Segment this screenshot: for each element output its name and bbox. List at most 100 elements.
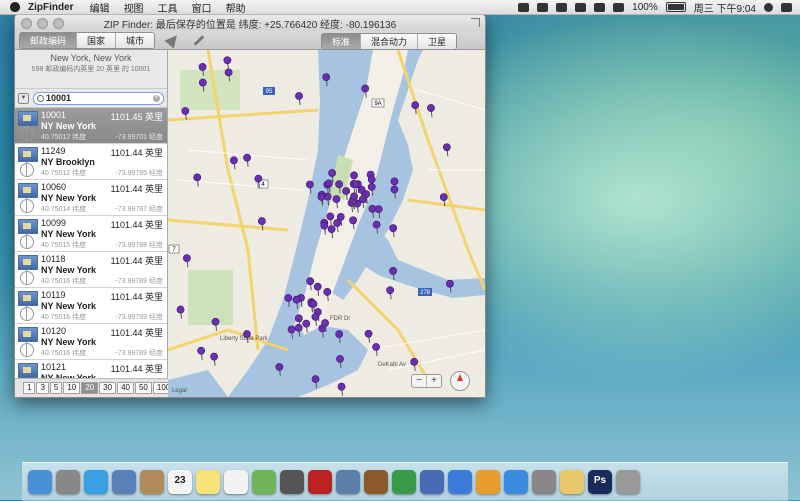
page-size-50[interactable]: 50 xyxy=(134,382,152,394)
target-icon[interactable] xyxy=(20,234,34,249)
result-zip: 10001 xyxy=(41,110,67,120)
location-arrow-icon[interactable] xyxy=(164,31,182,49)
launchpad-icon[interactable] xyxy=(56,470,80,494)
result-zip: 10121 xyxy=(41,362,67,372)
result-city: NY New York xyxy=(41,265,97,275)
wrench-icon[interactable] xyxy=(193,34,205,46)
result-city: NY New York xyxy=(41,301,97,311)
search-options-dropdown[interactable]: ▼ xyxy=(18,92,29,104)
app-menu[interactable]: ZipFinder xyxy=(28,2,74,13)
notes-icon[interactable] xyxy=(196,470,220,494)
result-longitude: -73.99789 经度 xyxy=(115,350,163,357)
page-size-10[interactable]: 10 xyxy=(63,382,81,394)
ibooks-icon[interactable] xyxy=(476,470,500,494)
app-store-icon[interactable] xyxy=(504,470,528,494)
target-icon[interactable] xyxy=(20,198,34,213)
compass-icon[interactable] xyxy=(450,371,470,391)
reminders-icon[interactable] xyxy=(224,470,248,494)
titlebar[interactable]: ZIP Finder: 最后保存的位置是 纬度: +25.766420 经度: … xyxy=(15,15,485,31)
battery-icon[interactable] xyxy=(665,2,686,12)
volume-icon[interactable] xyxy=(594,2,606,12)
airplay-icon[interactable] xyxy=(575,2,587,12)
result-zip: 10118 xyxy=(41,254,66,264)
tab-standard[interactable]: 标准 xyxy=(321,34,361,49)
result-distance: 1101.44 英里 xyxy=(110,364,163,374)
calendar-icon[interactable]: 23 xyxy=(168,470,192,494)
tab-city[interactable]: 城市 xyxy=(116,32,155,48)
page-size-40[interactable]: 40 xyxy=(117,382,134,394)
facetime-icon[interactable] xyxy=(280,470,304,494)
result-row[interactable]: 11249 1101.44 英里 NY Brooklyn 40.75012 纬度 -73… xyxy=(15,144,167,180)
contacts-icon[interactable] xyxy=(140,470,164,494)
result-latitude: 40.75014 纬度 xyxy=(41,206,87,213)
numbers-icon[interactable] xyxy=(392,470,416,494)
finder-icon[interactable] xyxy=(28,470,52,494)
result-longitude: -73.99789 经度 xyxy=(115,278,163,285)
menu-edit[interactable]: 编辑 xyxy=(90,0,110,15)
itunes-icon[interactable] xyxy=(448,470,472,494)
result-row[interactable]: 10099 1101.44 英里 NY New York 40.75015 纬度 -73… xyxy=(15,216,167,252)
safari-icon[interactable] xyxy=(84,470,108,494)
clear-search-icon[interactable]: × xyxy=(153,94,160,102)
tab-satellite[interactable]: 卫星 xyxy=(417,34,456,49)
map-label-fdr: FDR Dr xyxy=(330,316,350,322)
notification-center-icon[interactable] xyxy=(781,2,792,12)
result-city: NY New York xyxy=(41,121,97,131)
spotlight-icon[interactable] xyxy=(764,2,773,12)
zoom-in-button[interactable]: + xyxy=(427,375,441,387)
page-size-30[interactable]: 30 xyxy=(99,382,117,394)
search-mode-tabs: 邮政编码 国家 城市 xyxy=(19,31,156,49)
battery-percent: 100% xyxy=(632,1,658,13)
target-icon[interactable] xyxy=(20,126,34,141)
map-canvas[interactable]: Liberty State Park FDR Dr DeKalb Av 95 9… xyxy=(167,49,485,397)
search-input[interactable] xyxy=(46,93,136,103)
tab-hybrid[interactable]: 混合动力 xyxy=(360,34,418,49)
maps-icon[interactable] xyxy=(252,470,276,494)
result-row[interactable]: 10001 1101.45 英里 NY New York 40.75012 纬度 -73… xyxy=(15,108,167,144)
result-row[interactable]: 10119 1101.44 英里 NY New York 40.75016 纬度 -73… xyxy=(15,288,167,324)
zoom-out-button[interactable]: − xyxy=(412,375,427,387)
result-distance: 1101.45 英里 xyxy=(110,112,163,122)
menu-tools[interactable]: 工具 xyxy=(158,0,178,15)
target-icon[interactable] xyxy=(20,342,34,357)
menu-view[interactable]: 视图 xyxy=(124,0,144,15)
map-view[interactable]: Liberty State Park FDR Dr DeKalb Av 95 9… xyxy=(167,49,485,397)
tab-zip[interactable]: 邮政编码 xyxy=(20,32,78,48)
page-size-5[interactable]: 5 xyxy=(49,382,63,394)
clock[interactable]: 周三 下午9:04 xyxy=(694,0,756,15)
page-size-1[interactable]: 1 xyxy=(23,382,36,394)
vpn-icon[interactable] xyxy=(537,2,549,12)
iphoto-icon[interactable] xyxy=(336,470,360,494)
zipfinder-window: ZIP Finder: 最后保存的位置是 纬度: +25.766420 经度: … xyxy=(14,14,486,398)
ps-icon[interactable]: Ps xyxy=(588,470,612,494)
target-icon[interactable] xyxy=(20,162,34,177)
time-machine-icon[interactable] xyxy=(556,2,568,12)
photo-booth-icon[interactable] xyxy=(308,470,332,494)
garageband-icon[interactable] xyxy=(364,470,388,494)
result-latitude: 40.75016 纬度 xyxy=(41,278,87,285)
page-size-3[interactable]: 3 xyxy=(36,382,49,394)
results-list[interactable]: 10001 1101.45 英里 NY New York 40.75012 纬度 -73… xyxy=(15,108,167,382)
system-preferences-icon[interactable] xyxy=(532,470,556,494)
tab-country[interactable]: 国家 xyxy=(77,32,117,48)
mail-icon[interactable] xyxy=(112,470,136,494)
fullscreen-icon[interactable] xyxy=(471,18,480,27)
result-row[interactable]: 10120 1101.44 英里 NY New York 40.75016 纬度 -73… xyxy=(15,324,167,360)
trash-icon[interactable] xyxy=(616,470,640,494)
result-row[interactable]: 10060 1101.44 英里 NY New York 40.75014 纬度 -73… xyxy=(15,180,167,216)
menu-help[interactable]: 帮助 xyxy=(226,0,246,15)
page-size-20[interactable]: 20 xyxy=(81,382,99,394)
map-legal-link[interactable]: Legal xyxy=(172,388,187,394)
result-zip: 10060 xyxy=(41,182,67,192)
result-row[interactable]: 10118 1101.44 英里 NY New York 40.75016 纬度 -73… xyxy=(15,252,167,288)
menu-extra-icon[interactable] xyxy=(518,2,530,12)
target-icon[interactable] xyxy=(20,306,34,321)
menu-window[interactable]: 窗口 xyxy=(192,0,212,15)
result-distance: 1101.44 英里 xyxy=(110,328,163,338)
target-icon[interactable] xyxy=(20,270,34,285)
zipfinder-icon[interactable] xyxy=(560,470,584,494)
keynote-icon[interactable] xyxy=(420,470,444,494)
result-zip: 11249 xyxy=(41,146,66,156)
apple-icon[interactable] xyxy=(10,2,20,12)
wifi-icon[interactable] xyxy=(613,2,625,12)
